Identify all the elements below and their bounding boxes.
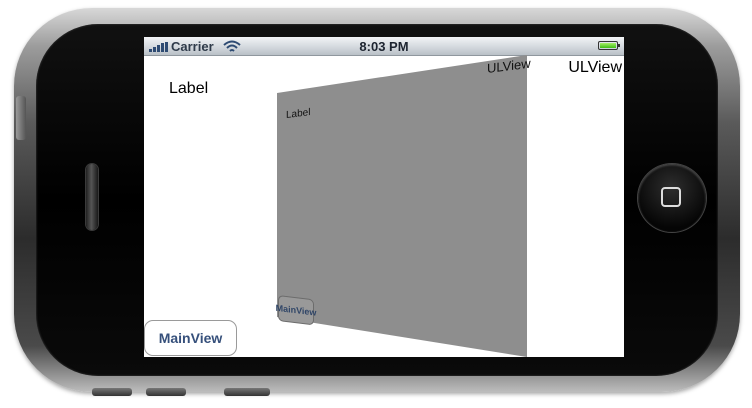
battery-icon [598, 41, 620, 50]
card-mainview-button[interactable]: MainView [276, 295, 316, 326]
hardware-button[interactable] [146, 388, 186, 396]
main-label: Label [169, 80, 209, 97]
battery-level-fill [600, 43, 616, 48]
hardware-button[interactable] [92, 388, 132, 396]
hardware-button[interactable] [224, 388, 270, 396]
speaker-grille [86, 164, 98, 230]
ulview-label: ULView [568, 59, 622, 76]
status-bar: Carrier 8:03 PM [144, 37, 624, 56]
status-time: 8:03 PM [359, 39, 409, 54]
ulview-flip-card: ULView Label MainView [276, 55, 531, 357]
device-screen: Carrier 8:03 PM Label ULView ULView Labe… [144, 37, 624, 357]
home-button-icon[interactable] [638, 164, 706, 232]
volume-button[interactable] [16, 96, 26, 140]
mainview-button[interactable]: MainView [144, 320, 237, 356]
